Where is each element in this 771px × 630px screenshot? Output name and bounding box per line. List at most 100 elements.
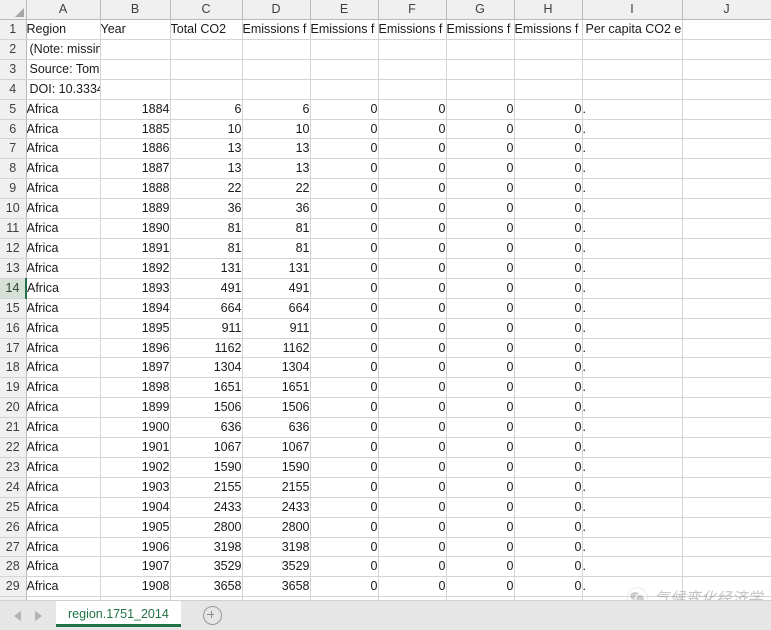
cell-j26[interactable] xyxy=(682,517,771,538)
cell-a1[interactable]: Region xyxy=(26,19,101,40)
cell-c4[interactable] xyxy=(170,79,243,100)
cell-d23[interactable]: 1590 xyxy=(242,457,311,478)
cell-g24[interactable]: 0 xyxy=(446,477,515,498)
table-row[interactable]: 24 Africa 1903 2155 2155 0 0 0 0. xyxy=(0,477,771,498)
table-row[interactable]: 19 Africa 1898 1651 1651 0 0 0 0. xyxy=(0,377,771,399)
table-row[interactable]: 23 Africa 1902 1590 1590 0 0 0 0. xyxy=(0,457,771,478)
cell-f14[interactable]: 0 xyxy=(378,278,447,299)
cell-d1[interactable]: Emissions f xyxy=(242,19,311,40)
cell-b1[interactable]: Year xyxy=(100,19,171,40)
cell-f23[interactable]: 0 xyxy=(378,457,447,478)
cell-d28[interactable]: 3529 xyxy=(242,556,311,578)
cell-f3[interactable] xyxy=(378,59,447,80)
cell-d14[interactable]: 491 xyxy=(242,278,311,299)
column-header-j[interactable]: J xyxy=(682,0,771,20)
row-header-4[interactable]: 4 xyxy=(0,79,27,100)
cell-e23[interactable]: 0 xyxy=(310,457,379,478)
cell-c26[interactable]: 2800 xyxy=(170,517,243,538)
sheet-table[interactable]: A B C D E F G H I J 1 Region Year Total … xyxy=(0,0,771,601)
cell-g18[interactable]: 0 xyxy=(446,357,515,379)
cell-b13[interactable]: 1892 xyxy=(100,258,171,279)
cell-e18[interactable]: 0 xyxy=(310,357,379,379)
cell-d15[interactable]: 664 xyxy=(242,298,311,319)
cell-i3[interactable] xyxy=(582,59,683,80)
cell-d2[interactable] xyxy=(242,39,311,60)
cell-f26[interactable]: 0 xyxy=(378,517,447,538)
column-header-h[interactable]: H xyxy=(514,0,583,20)
cell-b25[interactable]: 1904 xyxy=(100,497,171,518)
cell-b2[interactable] xyxy=(100,39,171,60)
row-header-23[interactable]: 23 xyxy=(0,457,27,478)
cell-c12[interactable]: 81 xyxy=(170,238,243,259)
cell-d9[interactable]: 22 xyxy=(242,178,311,200)
cell-e27[interactable]: 0 xyxy=(310,537,379,558)
cell-f17[interactable]: 0 xyxy=(378,338,447,359)
cell-d17[interactable]: 1162 xyxy=(242,338,311,359)
cell-j29[interactable] xyxy=(682,576,771,598)
cell-d25[interactable]: 2433 xyxy=(242,497,311,518)
cell-j20[interactable] xyxy=(682,397,771,419)
cell-f21[interactable]: 0 xyxy=(378,417,447,439)
cell-i26[interactable]: . xyxy=(582,517,683,538)
cell-b9[interactable]: 1888 xyxy=(100,178,171,200)
cell-j17[interactable] xyxy=(682,338,771,359)
cell-e4[interactable] xyxy=(310,79,379,100)
cell-f29[interactable]: 0 xyxy=(378,576,447,598)
cell-i4[interactable] xyxy=(582,79,683,100)
cell-c19[interactable]: 1651 xyxy=(170,377,243,399)
cell-e10[interactable]: 0 xyxy=(310,198,379,220)
column-header-row[interactable]: A B C D E F G H I J xyxy=(0,0,771,20)
cell-f11[interactable]: 0 xyxy=(378,218,447,239)
cell-j14[interactable] xyxy=(682,278,771,299)
row-header-28[interactable]: 28 xyxy=(0,556,27,578)
cell-e9[interactable]: 0 xyxy=(310,178,379,200)
row-header-24[interactable]: 24 xyxy=(0,477,27,498)
cell-f8[interactable]: 0 xyxy=(378,158,447,180)
cell-d24[interactable]: 2155 xyxy=(242,477,311,498)
cell-b23[interactable]: 1902 xyxy=(100,457,171,478)
cell-e16[interactable]: 0 xyxy=(310,318,379,339)
cell-h22[interactable]: 0 xyxy=(514,437,583,458)
cell-e6[interactable]: 0 xyxy=(310,119,379,140)
cell-j24[interactable] xyxy=(682,477,771,498)
cell-f6[interactable]: 0 xyxy=(378,119,447,140)
cell-h5[interactable]: 0 xyxy=(514,99,583,120)
cell-b5[interactable]: 1884 xyxy=(100,99,171,120)
table-row[interactable]: 22 Africa 1901 1067 1067 0 0 0 0. xyxy=(0,437,771,458)
cell-d27[interactable]: 3198 xyxy=(242,537,311,558)
cell-a19[interactable]: Africa xyxy=(26,377,101,399)
cell-b8[interactable]: 1887 xyxy=(100,158,171,180)
cell-e8[interactable]: 0 xyxy=(310,158,379,180)
cell-a2[interactable]: (Note: missing values denoted by ".") xyxy=(26,39,101,60)
cell-c14[interactable]: 491 xyxy=(170,278,243,299)
cell-b24[interactable]: 1903 xyxy=(100,477,171,498)
row-header-9[interactable]: 9 xyxy=(0,178,27,200)
row-header-13[interactable]: 13 xyxy=(0,258,27,279)
cell-b14[interactable]: 1893 xyxy=(100,278,171,299)
cell-i28[interactable]: . xyxy=(582,556,683,578)
column-header-a[interactable]: A xyxy=(26,0,101,20)
add-sheet-icon[interactable] xyxy=(202,606,222,625)
cell-i29[interactable]: . xyxy=(582,576,683,598)
cell-d10[interactable]: 36 xyxy=(242,198,311,220)
cell-h6[interactable]: 0 xyxy=(514,119,583,140)
cell-a27[interactable]: Africa xyxy=(26,537,101,558)
cell-i8[interactable]: . xyxy=(582,158,683,180)
cell-c22[interactable]: 1067 xyxy=(170,437,243,458)
row-header-3[interactable]: 3 xyxy=(0,59,27,80)
row-header-29[interactable]: 29 xyxy=(0,576,27,598)
cell-c6[interactable]: 10 xyxy=(170,119,243,140)
cell-d21[interactable]: 636 xyxy=(242,417,311,439)
cell-j21[interactable] xyxy=(682,417,771,439)
column-header-g[interactable]: G xyxy=(446,0,515,20)
cell-d12[interactable]: 81 xyxy=(242,238,311,259)
cell-h29[interactable]: 0 xyxy=(514,576,583,598)
row-header-14[interactable]: 14 xyxy=(0,278,27,299)
cell-c3[interactable] xyxy=(170,59,243,80)
cell-i23[interactable]: . xyxy=(582,457,683,478)
cell-i7[interactable]: . xyxy=(582,138,683,160)
cell-h17[interactable]: 0 xyxy=(514,338,583,359)
cell-a21[interactable]: Africa xyxy=(26,417,101,439)
cell-e13[interactable]: 0 xyxy=(310,258,379,279)
cell-b29[interactable]: 1908 xyxy=(100,576,171,598)
